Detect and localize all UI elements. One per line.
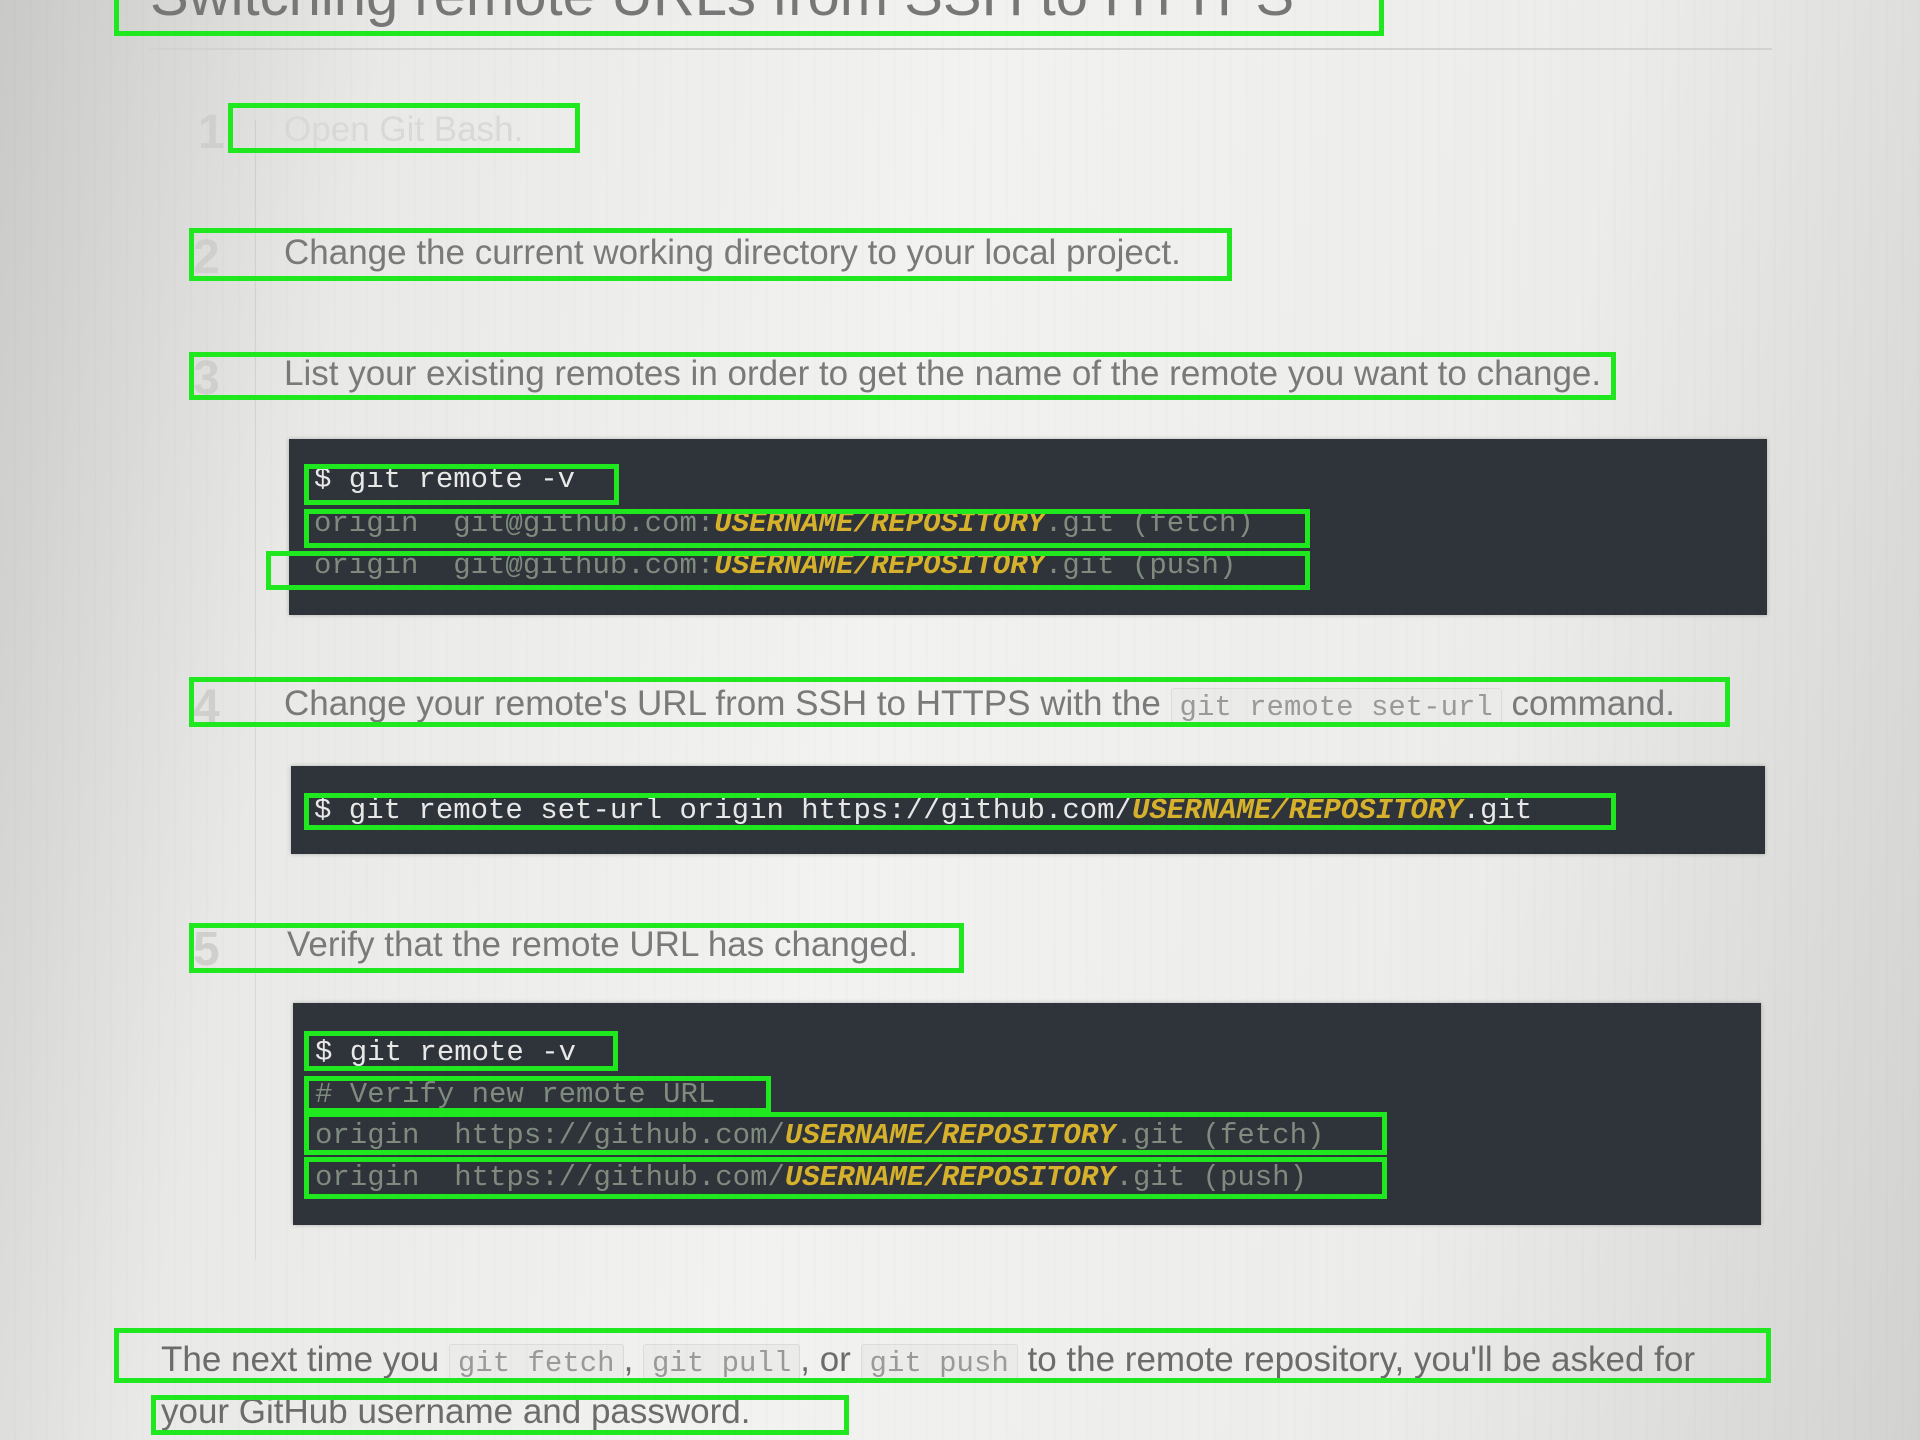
step-5-annotation-box — [189, 923, 964, 973]
step-1-annotation-box — [228, 103, 580, 153]
step-1-number: 1 — [198, 106, 225, 159]
step-4-annotation-box — [189, 677, 1730, 727]
code3-cmd-annotation-box — [304, 1031, 618, 1071]
code1-cmd-annotation-box — [304, 464, 619, 505]
code3-line1-annotation-box — [304, 1112, 1387, 1155]
code1-line2-annotation-box — [266, 551, 1310, 590]
footer-line-2-annotation-box — [151, 1395, 849, 1435]
title-divider — [150, 48, 1772, 50]
code1-line1-annotation-box — [304, 509, 1310, 548]
code2-annotation-box — [304, 793, 1616, 830]
footer-line-1-annotation-box — [114, 1328, 1771, 1383]
code3-comment-annotation-box — [304, 1076, 771, 1113]
title-annotation-box — [114, 0, 1384, 36]
step-3-annotation-box — [189, 352, 1616, 400]
code3-line2-annotation-box — [304, 1157, 1387, 1199]
step-2-annotation-box — [189, 228, 1232, 281]
page-photo: Switching remote URLs from SSH to HTTPS … — [0, 0, 1920, 1440]
